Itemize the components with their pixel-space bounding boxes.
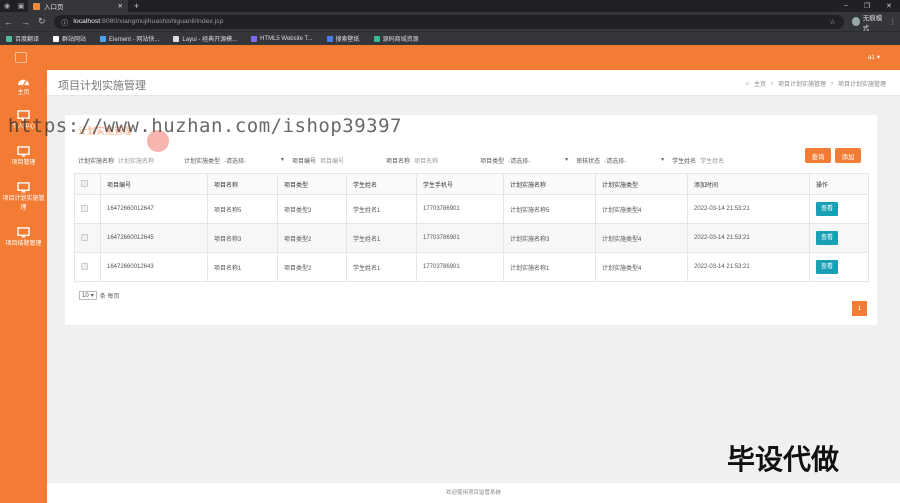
view-button[interactable]: 查看 — [816, 202, 838, 216]
logo-icon — [15, 52, 27, 63]
column-header[interactable]: 项目名称 — [207, 173, 278, 195]
chevron-right-icon: › — [770, 80, 773, 87]
view-button[interactable]: 查看 — [816, 260, 838, 274]
sidebar-item-projects[interactable]: 项目管理 — [0, 146, 47, 168]
forward-icon[interactable]: → — [21, 17, 30, 27]
row-checkbox[interactable] — [81, 204, 88, 212]
page-size-select[interactable]: 10 ▾ — [79, 291, 97, 300]
filter-bar: 计划实施名称 计划实施名称 计划实施类型 -请选择- ▾ 项目编号 项目编号 项目… — [78, 153, 868, 167]
browser-tab-active[interactable]: 入口页 ✕ — [28, 0, 128, 12]
watermark-text: 毕设代做 — [727, 443, 840, 476]
chevron-down-icon: ▾ — [661, 156, 665, 163]
breadcrumb-current: 项目计划实施管理 — [837, 82, 886, 88]
review-status-select[interactable]: -请选择- ▾ — [604, 156, 664, 165]
plan-type-select[interactable]: -请选择- ▾ — [224, 156, 284, 165]
menu-icon[interactable]: ⋮ — [890, 18, 897, 26]
chevron-down-icon: ▾ — [281, 156, 285, 163]
monitor-icon — [17, 182, 30, 193]
bookmark-item[interactable]: HTML5 Website T... — [251, 35, 313, 42]
bookmark-star-icon[interactable]: ☆ — [829, 18, 835, 26]
plan-name-input[interactable]: 计划实施名称 — [118, 156, 176, 165]
column-header[interactable]: 学生姓名 — [346, 173, 417, 195]
user-menu[interactable]: a1 ▾ — [868, 53, 880, 61]
sidebar-item-conclusion[interactable]: 项目结题管理 — [0, 227, 47, 249]
table-header-row: 项目编号 项目名称 项目类型 学生姓名 学生手机号 计划实施名称 计划实施类型 … — [74, 173, 869, 195]
row-checkbox[interactable] — [81, 233, 88, 241]
breadcrumb: ⌂ 主页 › 项目计划实施管理 › 项目计划实施管理 — [745, 79, 886, 89]
monitor-icon — [17, 227, 30, 238]
new-tab-icon[interactable]: + — [134, 1, 139, 11]
column-header[interactable]: 计划实施类型 — [595, 173, 688, 195]
breadcrumb-home[interactable]: 主页 — [754, 79, 766, 88]
chevron-right-icon: › — [830, 80, 833, 87]
chevron-down-icon: ▾ — [90, 293, 94, 299]
bookmark-item[interactable]: 百度翻译 — [6, 34, 39, 43]
bookmark-item[interactable]: Element - 网站快... — [100, 34, 159, 43]
avatar — [851, 17, 860, 26]
breadcrumb-item[interactable]: 项目计划实施管理 — [778, 79, 826, 88]
page-title: 项目计划实施管理 — [58, 80, 146, 92]
monitor-icon — [17, 146, 30, 157]
bookmarks-bar: 百度翻译 群站网站 Element - 网站快... Layui - 经典开源模… — [0, 31, 900, 45]
profile-button[interactable]: 无痕模式 ⋮ — [851, 12, 897, 32]
footer-text: 欢迎使用项目监管系统 — [47, 483, 900, 503]
watermark-url: https://www.huzhan.com/ishop39397 — [8, 115, 402, 137]
bookmark-item[interactable]: Layui - 经典开源模... — [173, 34, 237, 43]
app-topbar: a1 ▾ — [0, 45, 900, 70]
close-tab-icon[interactable]: ✕ — [118, 2, 123, 10]
reload-icon[interactable]: ↻ — [38, 16, 46, 27]
page-heading: 项目计划实施管理 ⌂ 主页 › 项目计划实施管理 › 项目计划实施管理 — [47, 70, 900, 96]
pager: 10 ▾ 条 每页 — [79, 291, 119, 300]
search-button[interactable]: 查询 — [805, 148, 831, 163]
tab-icon[interactable]: ◉ — [0, 0, 14, 12]
tab-icon[interactable]: ▣ — [14, 0, 28, 12]
select-all-checkbox[interactable] — [81, 179, 88, 187]
table-row: 16472660012645 项目名称3 项目类型2 学生姓名1 1770378… — [74, 223, 869, 253]
sidebar-item-plan[interactable]: 项目计划实施管理 — [0, 182, 47, 213]
favicon-icon — [33, 2, 40, 10]
bookmark-item[interactable]: 搜索壁纸 — [326, 34, 360, 43]
info-icon: ⓘ — [61, 19, 69, 27]
add-button[interactable]: 添加 — [835, 148, 861, 163]
page-number-button[interactable]: 1 — [852, 301, 867, 316]
view-button[interactable]: 查看 — [816, 231, 838, 245]
column-header[interactable]: 计划实施名称 — [503, 173, 596, 195]
bookmark-item[interactable]: 群站网站 — [53, 34, 86, 43]
column-header[interactable]: 添加时间 — [687, 173, 810, 195]
data-table: 项目编号 项目名称 项目类型 学生姓名 学生手机号 计划实施名称 计划实施类型 … — [74, 173, 869, 282]
row-checkbox[interactable] — [81, 262, 88, 270]
column-header[interactable]: 项目编号 — [100, 173, 208, 195]
student-name-input[interactable]: 学生姓名 — [700, 156, 750, 165]
browser-tab-strip: ◉ ▣ 入口页 ✕ + – ❐ ✕ — [0, 0, 900, 12]
minimize-icon[interactable]: – — [844, 2, 848, 10]
table-row: 16472660012647 项目名称5 项目类型3 学生姓名1 1770378… — [74, 194, 869, 224]
column-header[interactable]: 项目类型 — [277, 173, 347, 195]
chevron-down-icon: ▾ — [565, 156, 569, 163]
address-bar-row: ← → ↻ ⓘ localhost:8080/xiangmujihuashish… — [0, 12, 900, 32]
maximize-icon[interactable]: ❐ — [864, 2, 870, 10]
close-window-icon[interactable]: ✕ — [886, 2, 892, 10]
sidebar-item-home[interactable]: 主页 — [0, 76, 47, 98]
project-name-input[interactable]: 项目名称 — [414, 156, 472, 165]
dashboard-icon — [18, 79, 29, 86]
list-card: 计划实施名称 计划实施名称 计划实施类型 -请选择- ▾ 项目编号 项目编号 项目… — [65, 115, 877, 325]
column-header: 操作 — [809, 173, 869, 195]
project-type-select[interactable]: -请选择- ▾ — [508, 156, 568, 165]
home-icon: ⌂ — [745, 80, 749, 87]
url-field[interactable]: ⓘ localhost:8080/xiangmujihuashishiguanl… — [53, 14, 844, 29]
bookmark-item[interactable]: 源码商城资源 — [373, 34, 419, 43]
column-header[interactable]: 学生手机号 — [416, 173, 504, 195]
back-icon[interactable]: ← — [4, 17, 13, 27]
tab-title: 入口页 — [44, 4, 64, 11]
table-row: 16472660012643 项目名称1 项目类型2 学生姓名1 1770378… — [74, 252, 869, 282]
project-no-input[interactable]: 项目编号 — [320, 156, 378, 165]
